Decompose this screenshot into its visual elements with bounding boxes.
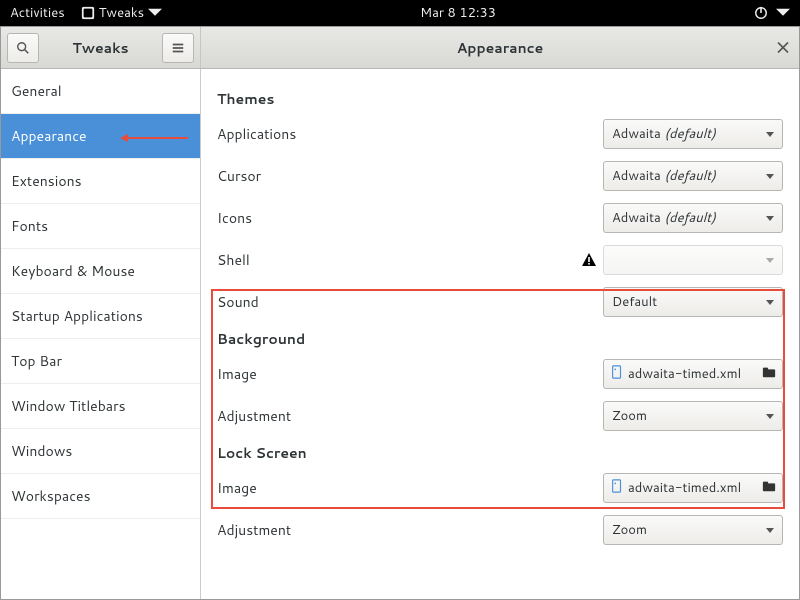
chevron-down-icon bbox=[766, 528, 774, 533]
row-shell: Shell bbox=[217, 245, 783, 275]
applications-theme-combo[interactable]: Adwaita (default) bbox=[603, 119, 783, 149]
chevron-down-icon bbox=[766, 216, 774, 221]
sidebar-item-label: Windows bbox=[11, 441, 72, 461]
sidebar-item-appearance[interactable]: Appearance bbox=[1, 114, 200, 159]
warning-icon bbox=[581, 252, 597, 268]
file-icon bbox=[610, 478, 624, 498]
section-title-themes: Themes bbox=[217, 89, 783, 109]
background-adjustment-combo[interactable]: Zoom bbox=[603, 401, 783, 431]
row-background-image: Image adwaita-timed.xml bbox=[217, 359, 783, 389]
sidebar-item-workspaces[interactable]: Workspaces bbox=[1, 474, 200, 519]
sidebar-item-label: General bbox=[11, 81, 62, 101]
sidebar-item-label: Keyboard & Mouse bbox=[11, 261, 135, 281]
content-pane: Themes Applications Adwaita (default) Cu… bbox=[201, 69, 799, 599]
file-icon bbox=[610, 364, 624, 384]
app-menu-label: Tweaks bbox=[99, 4, 144, 22]
sidebar: General Appearance Extensions Fonts Keyb… bbox=[1, 69, 201, 599]
sidebar-item-label: Startup Applications bbox=[11, 306, 143, 326]
section-title-lockscreen: Lock Screen bbox=[217, 443, 783, 463]
row-label: Adjustment bbox=[217, 520, 603, 540]
chevron-down-icon bbox=[766, 258, 774, 263]
sound-theme-combo[interactable]: Default bbox=[603, 287, 783, 317]
panel-clock[interactable]: Mar 8 12:33 bbox=[162, 4, 754, 22]
row-background-adjustment: Adjustment Zoom bbox=[217, 401, 783, 431]
file-name: adwaita-timed.xml bbox=[628, 479, 758, 497]
activities-button[interactable]: Activities bbox=[10, 4, 65, 22]
sidebar-item-keyboard-mouse[interactable]: Keyboard & Mouse bbox=[1, 249, 200, 294]
sidebar-item-windows[interactable]: Windows bbox=[1, 429, 200, 474]
combo-value: Adwaita (default) bbox=[612, 167, 766, 185]
combo-value: Zoom bbox=[612, 521, 766, 539]
row-icons: Icons Adwaita (default) bbox=[217, 203, 783, 233]
sidebar-item-label: Extensions bbox=[11, 171, 82, 191]
row-applications: Applications Adwaita (default) bbox=[217, 119, 783, 149]
hamburger-icon bbox=[171, 41, 185, 55]
menu-button[interactable] bbox=[162, 33, 194, 63]
sidebar-item-top-bar[interactable]: Top Bar bbox=[1, 339, 200, 384]
chevron-down-icon bbox=[766, 300, 774, 305]
row-label: Image bbox=[217, 478, 603, 498]
sidebar-item-fonts[interactable]: Fonts bbox=[1, 204, 200, 249]
sidebar-item-extensions[interactable]: Extensions bbox=[1, 159, 200, 204]
cursor-theme-combo[interactable]: Adwaita (default) bbox=[603, 161, 783, 191]
open-file-icon bbox=[762, 364, 776, 384]
row-label: Image bbox=[217, 364, 603, 384]
lockscreen-image-chooser[interactable]: adwaita-timed.xml bbox=[603, 473, 783, 503]
row-label: Shell bbox=[217, 250, 581, 270]
power-icon bbox=[754, 6, 768, 20]
sidebar-item-label: Appearance bbox=[11, 126, 87, 146]
sidebar-item-label: Fonts bbox=[11, 216, 48, 236]
row-label: Sound bbox=[217, 292, 603, 312]
row-label: Cursor bbox=[217, 166, 603, 186]
section-title-background: Background bbox=[217, 329, 783, 349]
app-menu[interactable]: Tweaks bbox=[81, 4, 162, 22]
sidebar-item-startup-applications[interactable]: Startup Applications bbox=[1, 294, 200, 339]
sidebar-item-general[interactable]: General bbox=[1, 69, 200, 114]
headerbar: Tweaks Appearance bbox=[1, 27, 799, 69]
sidebar-item-label: Workspaces bbox=[11, 486, 91, 506]
page-title: Appearance bbox=[201, 38, 799, 58]
sidebar-title: Tweaks bbox=[45, 38, 156, 58]
shell-theme-combo bbox=[603, 245, 783, 275]
background-image-chooser[interactable]: adwaita-timed.xml bbox=[603, 359, 783, 389]
combo-value: Adwaita (default) bbox=[612, 125, 766, 143]
tweaks-app-icon bbox=[81, 6, 95, 20]
row-label: Icons bbox=[217, 208, 603, 228]
sidebar-item-label: Window Titlebars bbox=[11, 396, 126, 416]
annotation-arrow bbox=[120, 126, 188, 146]
sidebar-item-window-titlebars[interactable]: Window Titlebars bbox=[1, 384, 200, 429]
row-sound: Sound Default bbox=[217, 287, 783, 317]
chevron-down-icon bbox=[148, 6, 162, 20]
icons-theme-combo[interactable]: Adwaita (default) bbox=[603, 203, 783, 233]
row-cursor: Cursor Adwaita (default) bbox=[217, 161, 783, 191]
chevron-down-icon bbox=[766, 174, 774, 179]
search-icon bbox=[16, 41, 30, 55]
file-name: adwaita-timed.xml bbox=[628, 365, 758, 383]
row-lockscreen-image: Image adwaita-timed.xml bbox=[217, 473, 783, 503]
combo-value: Default bbox=[612, 293, 766, 311]
tweaks-window: Tweaks Appearance General Appearance Ext… bbox=[0, 26, 800, 600]
row-lockscreen-adjustment: Adjustment Zoom bbox=[217, 515, 783, 545]
system-status-area[interactable] bbox=[754, 6, 790, 20]
sidebar-item-label: Top Bar bbox=[11, 351, 62, 371]
search-button[interactable] bbox=[7, 33, 39, 63]
chevron-down-icon bbox=[776, 6, 790, 20]
lockscreen-adjustment-combo[interactable]: Zoom bbox=[603, 515, 783, 545]
combo-value: Zoom bbox=[612, 407, 766, 425]
gnome-top-panel: Activities Tweaks Mar 8 12:33 bbox=[0, 0, 800, 26]
row-label: Adjustment bbox=[217, 406, 603, 426]
open-file-icon bbox=[762, 478, 776, 498]
chevron-down-icon bbox=[766, 414, 774, 419]
close-icon bbox=[777, 41, 789, 53]
combo-value: Adwaita (default) bbox=[612, 209, 766, 227]
window-close-button[interactable] bbox=[777, 37, 789, 58]
chevron-down-icon bbox=[766, 132, 774, 137]
row-label: Applications bbox=[217, 124, 603, 144]
